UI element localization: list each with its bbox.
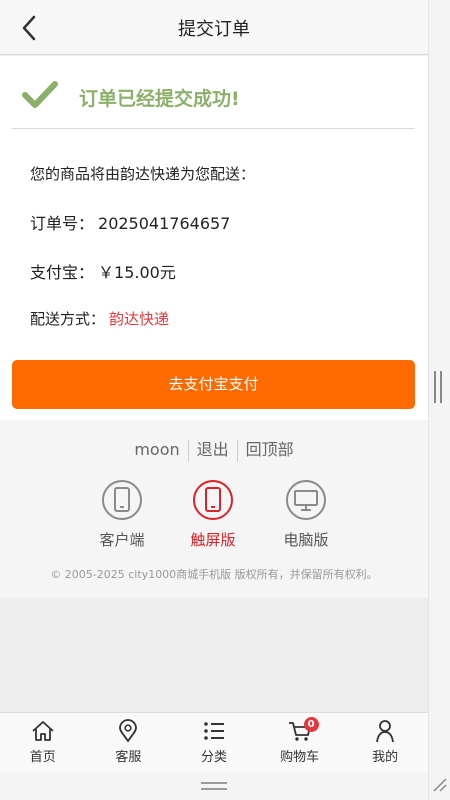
client-app-label: 客户端 [99,531,145,549]
tab-profile[interactable]: 我的 [342,713,428,772]
shipping-label: 配送方式： [30,310,106,328]
success-banner: 订单已经提交成功! [12,56,415,129]
tab-profile-label: 我的 [372,750,399,765]
monitor-icon [286,480,326,520]
user-icon [376,720,395,743]
desktop-version-link[interactable]: 电脑版 [266,480,346,550]
copyright-text: © 2005-2025 city1000商城手机版 版权所有，并保留所有权利。 [50,568,378,581]
tab-category[interactable]: 分类 [171,713,257,772]
tab-service[interactable]: 客服 [86,713,172,772]
desktop-version-label: 电脑版 [283,531,329,549]
order-number-label: 订单号： [30,214,95,233]
client-app-link[interactable]: 客户端 [82,480,162,550]
touch-version-link[interactable]: 触屏版 [173,480,253,550]
touch-version-label: 触屏版 [190,531,236,549]
order-result-panel: 订单已经提交成功! 您的商品将由韵达快递为您配送： 订单号： 2025041764… [0,56,428,420]
payment-label: 支付宝： [30,263,95,282]
logout-link[interactable]: 退出 [189,439,237,461]
alipay-pay-button[interactable]: 去支付宝支付 [12,360,415,409]
phone-icon [102,480,142,520]
delivery-note: 您的商品将由韵达快递为您配送： [30,165,256,183]
tab-home[interactable]: 首页 [0,713,86,772]
touch-phone-icon [193,480,233,520]
drag-handle-icon[interactable] [201,782,227,790]
checkmark-icon [22,81,58,108]
success-message: 订单已经提交成功! [79,88,240,110]
location-pin-icon [119,719,138,743]
cart-count-badge: 0 [303,717,319,732]
side-grip-icon[interactable] [434,371,442,403]
shipping-method: 韵达快递 [109,310,170,328]
app-screen: 提交订单 订单已经提交成功! 您的商品将由韵达快递为您配送： 订单号： 20250… [0,0,428,800]
payment-row: 支付宝： ￥15.00元 [30,259,176,283]
bottom-tab-bar: 首页 客服 分类 0 购物车 我的 [0,712,428,772]
tab-cart-label: 购物车 [280,750,320,765]
home-icon [32,721,54,741]
payment-amount: ￥15.00元 [98,263,176,282]
bottom-drag-strip [0,772,428,800]
username-link[interactable]: moon [126,439,187,461]
footer-links: moon 退出 回顶部 [0,439,428,462]
shipping-row: 配送方式： 韵达快递 [30,308,169,329]
tab-service-label: 客服 [115,750,142,765]
order-number-value: 2025041764657 [98,214,231,233]
list-icon [204,722,224,740]
site-footer: moon 退出 回顶部 客户端 触屏版 电脑版 © 2005-2025 city10… [0,420,428,598]
tab-cart[interactable]: 0 购物车 [257,713,343,772]
back-to-top-link[interactable]: 回顶部 [238,439,302,461]
header-bar: 提交订单 [0,0,428,55]
side-resize-bar [428,0,450,800]
page-title: 提交订单 [178,19,250,40]
order-number-row: 订单号： 2025041764657 [30,210,230,234]
resize-corner-icon[interactable] [431,776,447,792]
tab-category-label: 分类 [200,750,227,765]
empty-space [0,598,428,712]
tab-home-label: 首页 [29,750,56,765]
